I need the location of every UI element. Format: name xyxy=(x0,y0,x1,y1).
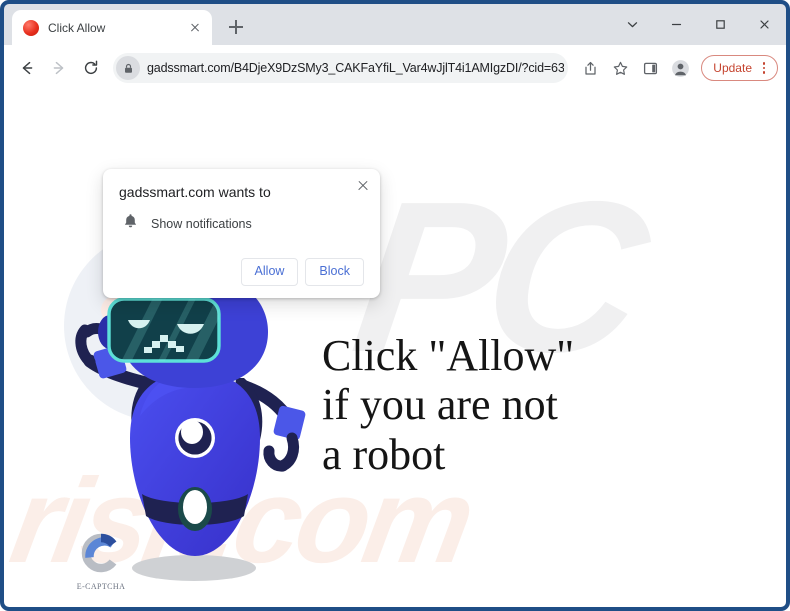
address-bar[interactable]: gadssmart.com/B4DjeX9DzSMy3_CAKFaYfiL_Va… xyxy=(113,53,569,83)
permission-label: Show notifications xyxy=(151,216,252,231)
permission-actions: Allow Block xyxy=(119,258,364,286)
page-viewport: PC risk.com Click "Allow" if you are not… xyxy=(4,91,786,607)
url-text: gadssmart.com/B4DjeX9DzSMy3_CAKFaYfiL_Va… xyxy=(147,61,565,75)
tab-title: Click Allow xyxy=(48,20,106,35)
browser-window: Click Allow gadssmart.com/B4DjeX9DzSMy3_… xyxy=(0,0,790,611)
profile-avatar-icon[interactable] xyxy=(666,54,694,82)
close-icon[interactable] xyxy=(742,4,786,45)
page-headline: Click "Allow" if you are not a robot xyxy=(322,331,575,479)
update-button[interactable]: Update xyxy=(701,55,778,81)
notification-permission-dialog: gadssmart.com wants to Show notification… xyxy=(103,169,380,298)
kebab-menu-icon[interactable] xyxy=(757,60,771,76)
reload-button[interactable] xyxy=(76,53,106,83)
forward-button[interactable] xyxy=(44,53,74,83)
permission-close-icon[interactable] xyxy=(355,177,371,193)
ecaptcha-badge: E-CAPTCHA xyxy=(70,531,132,591)
update-label: Update xyxy=(713,61,752,75)
c-ring-logo-icon xyxy=(81,533,117,573)
tab-search-chevron-down-icon[interactable] xyxy=(610,4,654,45)
permission-item: Show notifications xyxy=(119,213,364,234)
new-tab-button[interactable] xyxy=(222,13,250,41)
window-controls xyxy=(610,4,786,45)
tab-strip: Click Allow xyxy=(4,4,786,45)
bookmark-star-icon[interactable] xyxy=(606,54,634,82)
bell-icon xyxy=(123,213,138,234)
allow-button[interactable]: Allow xyxy=(240,258,299,286)
block-button[interactable]: Block xyxy=(305,258,364,286)
browser-toolbar: gadssmart.com/B4DjeX9DzSMy3_CAKFaYfiL_Va… xyxy=(4,45,786,91)
back-button[interactable] xyxy=(12,53,42,83)
tab-click-allow[interactable]: Click Allow xyxy=(12,10,212,45)
lock-icon[interactable] xyxy=(116,56,140,80)
minimize-icon[interactable] xyxy=(654,4,698,45)
side-panel-icon[interactable] xyxy=(636,54,664,82)
ecaptcha-label: E-CAPTCHA xyxy=(76,582,126,591)
tab-favicon-icon xyxy=(23,19,39,36)
tab-close-icon[interactable] xyxy=(187,20,203,36)
share-icon[interactable] xyxy=(576,54,604,82)
permission-title: gadssmart.com wants to xyxy=(119,184,271,200)
maximize-icon[interactable] xyxy=(698,4,742,45)
